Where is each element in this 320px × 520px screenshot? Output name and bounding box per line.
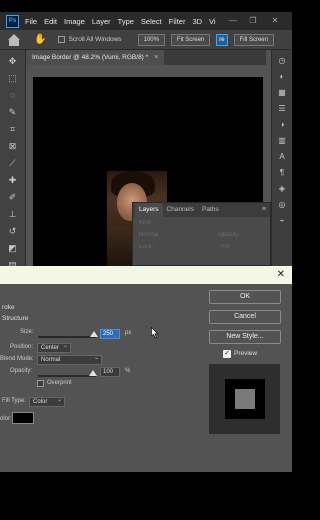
scroll-all-label: Scroll All Windows xyxy=(68,36,122,43)
menu-select[interactable]: Select xyxy=(141,17,162,26)
healing-brush-tool-icon[interactable]: ✚ xyxy=(7,174,19,186)
menu-view[interactable]: Vi xyxy=(209,17,216,26)
zoom-100-button[interactable]: 100% xyxy=(137,33,165,46)
quick-select-tool-icon[interactable]: ✎ xyxy=(7,106,19,118)
character-icon[interactable]: A xyxy=(277,152,287,162)
kind-filter[interactable]: Kind xyxy=(139,220,151,226)
position-select[interactable]: Center xyxy=(37,342,71,353)
history-icon[interactable]: ◷ xyxy=(277,56,287,66)
tooltip-fragment: re xyxy=(216,33,228,46)
menu-layer[interactable]: Layer xyxy=(92,17,111,26)
dialog-titlebar: ✕ xyxy=(0,266,292,284)
document-tab-title: Image Border @ 48.2% (Vumi, RGB/8) * xyxy=(32,54,149,61)
paragraph-icon[interactable]: ¶ xyxy=(277,168,287,178)
restore-icon[interactable]: ❐ xyxy=(248,16,258,26)
eraser-tool-icon[interactable]: ◩ xyxy=(7,242,19,254)
stroke-color-swatch[interactable] xyxy=(12,412,34,424)
stamp-tool-icon[interactable]: ⊥ xyxy=(7,208,19,220)
layers-panel-icon[interactable]: ◈ xyxy=(277,184,287,194)
size-input[interactable]: 250 xyxy=(100,329,120,339)
scroll-all-checkbox[interactable] xyxy=(58,36,66,43)
layer-filter-row: Kind xyxy=(133,217,270,229)
history-brush-tool-icon[interactable]: ↺ xyxy=(7,225,19,237)
hand-tool-icon[interactable]: ✋ xyxy=(34,34,46,45)
menu-type[interactable]: Type xyxy=(118,17,134,26)
options-bar: ✋ Scroll All Windows 100% Fit Screen re … xyxy=(0,30,292,50)
adjustments-icon[interactable]: ◑ xyxy=(277,120,287,130)
preview-fill xyxy=(235,389,255,409)
style-preview xyxy=(209,364,280,434)
close-tab-icon[interactable]: × xyxy=(154,54,158,61)
preview-checkbox[interactable]: ✓ xyxy=(223,350,231,358)
close-window-icon[interactable]: ✕ xyxy=(270,16,280,26)
overprint-label: Overprint xyxy=(47,380,72,386)
minimize-icon[interactable]: — xyxy=(228,16,238,26)
menu-3d[interactable]: 3D xyxy=(192,17,202,26)
libraries-icon[interactable]: ▥ xyxy=(277,136,287,146)
properties-icon[interactable]: ☰ xyxy=(277,104,287,114)
color-icon[interactable]: ◐ xyxy=(277,72,287,82)
size-slider[interactable] xyxy=(38,336,96,338)
fill-label: Fill: xyxy=(221,244,231,250)
panel-icons-strip: ◷ ◐ ▦ ☰ ◑ ▥ A ¶ ◈ ◎ ⌁ xyxy=(271,50,292,278)
blend-mode-label: Blend Mode: xyxy=(0,356,34,362)
dialog-close-icon[interactable]: ✕ xyxy=(277,268,285,282)
opacity-label: Opacity: xyxy=(10,368,33,374)
opacity-slider[interactable] xyxy=(38,375,96,377)
document-tab[interactable]: Image Border @ 48.2% (Vumi, RGB/8) * × xyxy=(26,50,165,65)
tab-paths[interactable]: Paths xyxy=(198,203,223,217)
marquee-tool-icon[interactable]: ⬚ xyxy=(7,72,19,84)
tab-layers[interactable]: Layers xyxy=(135,203,163,217)
fill-type-select[interactable]: Color xyxy=(29,396,65,407)
layers-panel-tabs: Layers Channels Paths ≡ xyxy=(133,203,270,217)
structure-heading: Structure xyxy=(2,315,29,322)
swatches-icon[interactable]: ▦ xyxy=(277,88,287,98)
layer-opacity-label: Opacity: xyxy=(218,232,241,238)
cancel-button[interactable]: Cancel xyxy=(209,310,281,324)
home-icon[interactable] xyxy=(8,33,20,46)
overprint-checkbox[interactable] xyxy=(37,380,44,387)
tools-panel: ✥ ⬚ ◌ ✎ ⌗ ⊠ ⟋ ✚ ✐ ⊥ ↺ ◩ ▤ ◆ xyxy=(0,50,26,287)
frame-tool-icon[interactable]: ⊠ xyxy=(7,140,19,152)
tab-channels[interactable]: Channels xyxy=(163,203,198,217)
ok-button[interactable]: OK xyxy=(209,290,281,304)
opacity-unit: % xyxy=(125,368,131,374)
eyedropper-tool-icon[interactable]: ⟋ xyxy=(7,157,19,169)
opacity-slider-thumb[interactable] xyxy=(89,370,97,376)
opacity-input[interactable]: 100 xyxy=(100,367,120,377)
panel-menu-icon[interactable]: ≡ xyxy=(262,206,266,213)
layers-panel: Layers Channels Paths ≡ Kind Normal Opac… xyxy=(132,202,271,266)
photoshop-logo-icon: Ps xyxy=(6,14,19,28)
lasso-tool-icon[interactable]: ◌ xyxy=(7,89,19,101)
menu-image[interactable]: Image xyxy=(64,17,85,26)
size-slider-thumb[interactable] xyxy=(90,331,98,337)
stroke-section-title: roke xyxy=(2,304,15,311)
menu-file[interactable]: File xyxy=(25,17,37,26)
preview-label: Preview xyxy=(234,350,258,357)
document-tab-bar: Image Border @ 48.2% (Vumi, RGB/8) * × xyxy=(26,50,266,65)
fill-screen-button[interactable]: Fill Screen xyxy=(233,33,274,46)
blend-mode-select[interactable]: Normal xyxy=(37,354,102,365)
blend-row: Normal Opacity: xyxy=(133,229,270,241)
fill-type-label: Fill Type: xyxy=(2,398,26,404)
layer-blend-mode[interactable]: Normal xyxy=(139,232,158,238)
lock-row: Lock: Fill: xyxy=(133,241,270,253)
channels-icon[interactable]: ◎ xyxy=(277,200,287,210)
new-style-button[interactable]: New Style... xyxy=(209,330,281,344)
move-tool-icon[interactable]: ✥ xyxy=(7,55,19,67)
lock-label: Lock: xyxy=(139,244,154,250)
crop-tool-icon[interactable]: ⌗ xyxy=(7,123,19,135)
color-label: olor: xyxy=(0,416,12,422)
menu-filter[interactable]: Filter xyxy=(169,17,186,26)
size-unit: px xyxy=(125,330,132,336)
brush-tool-icon[interactable]: ✐ xyxy=(7,191,19,203)
size-label: Size: xyxy=(20,329,34,335)
preview-stroke xyxy=(225,379,265,419)
menu-bar: Ps File Edit Image Layer Type Select Fil… xyxy=(0,12,292,30)
fit-screen-button[interactable]: Fit Screen xyxy=(170,33,211,46)
mouse-cursor-icon xyxy=(151,327,158,338)
position-label: Position: xyxy=(10,344,34,350)
menu-edit[interactable]: Edit xyxy=(44,17,57,26)
paths-icon[interactable]: ⌁ xyxy=(277,216,287,226)
